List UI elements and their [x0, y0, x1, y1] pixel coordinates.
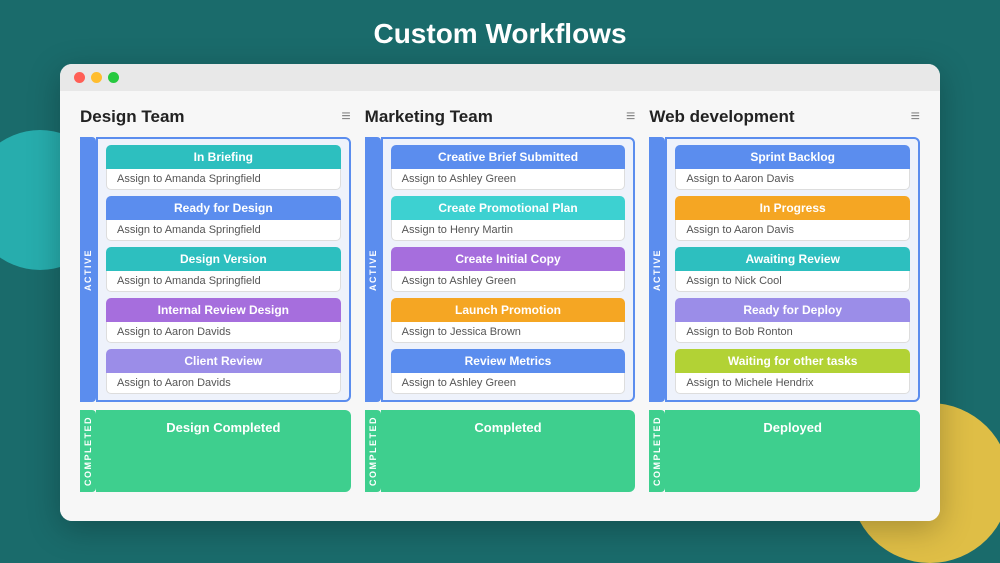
task-card-design-2: Design VersionAssign to Amanda Springfie…: [106, 247, 341, 292]
column-menu-icon-webdev[interactable]: ≡: [911, 108, 920, 126]
browser-bar: [60, 64, 940, 91]
browser-dot-red: [74, 72, 85, 83]
active-section-marketing: ACTIVECreative Brief SubmittedAssign to …: [365, 137, 636, 402]
task-body-design-0: Assign to Amanda Springfield: [106, 169, 341, 190]
task-card-marketing-4: Review MetricsAssign to Ashley Green: [391, 349, 626, 394]
column-title-marketing: Marketing Team: [365, 107, 493, 127]
task-body-marketing-4: Assign to Ashley Green: [391, 373, 626, 394]
completed-card-marketing[interactable]: Completed: [381, 410, 636, 492]
task-header-marketing-3[interactable]: Launch Promotion: [391, 298, 626, 322]
task-header-design-4[interactable]: Client Review: [106, 349, 341, 373]
active-cards-marketing: Creative Brief SubmittedAssign to Ashley…: [381, 137, 636, 402]
task-header-design-3[interactable]: Internal Review Design: [106, 298, 341, 322]
task-body-webdev-1: Assign to Aaron Davis: [675, 220, 910, 241]
completed-label-marketing: COMPLETED: [365, 410, 381, 492]
task-body-webdev-0: Assign to Aaron Davis: [675, 169, 910, 190]
browser-content: Design Team≡ACTIVEIn BriefingAssign to A…: [60, 91, 940, 521]
task-body-marketing-0: Assign to Ashley Green: [391, 169, 626, 190]
task-body-design-3: Assign to Aaron Davids: [106, 322, 341, 343]
task-header-marketing-0[interactable]: Creative Brief Submitted: [391, 145, 626, 169]
task-header-marketing-1[interactable]: Create Promotional Plan: [391, 196, 626, 220]
task-card-webdev-3: Ready for DeployAssign to Bob Ronton: [675, 298, 910, 343]
column-menu-icon-design[interactable]: ≡: [341, 108, 350, 126]
completed-section-marketing: COMPLETEDCompleted: [365, 410, 636, 492]
active-cards-design: In BriefingAssign to Amanda SpringfieldR…: [96, 137, 351, 402]
task-card-webdev-1: In ProgressAssign to Aaron Davis: [675, 196, 910, 241]
task-header-marketing-2[interactable]: Create Initial Copy: [391, 247, 626, 271]
completed-section-webdev: COMPLETEDDeployed: [649, 410, 920, 492]
task-header-webdev-2[interactable]: Awaiting Review: [675, 247, 910, 271]
task-body-webdev-3: Assign to Bob Ronton: [675, 322, 910, 343]
completed-label-design: COMPLETED: [80, 410, 96, 492]
column-header-design: Design Team ≡: [80, 107, 351, 127]
task-body-design-4: Assign to Aaron Davids: [106, 373, 341, 394]
active-section-webdev: ACTIVESprint BacklogAssign to Aaron Davi…: [649, 137, 920, 402]
task-body-marketing-3: Assign to Jessica Brown: [391, 322, 626, 343]
task-card-webdev-2: Awaiting ReviewAssign to Nick Cool: [675, 247, 910, 292]
column-menu-icon-marketing[interactable]: ≡: [626, 108, 635, 126]
completed-label-webdev: COMPLETED: [649, 410, 665, 492]
task-card-design-3: Internal Review DesignAssign to Aaron Da…: [106, 298, 341, 343]
column-header-webdev: Web development ≡: [649, 107, 920, 127]
active-section-design: ACTIVEIn BriefingAssign to Amanda Spring…: [80, 137, 351, 402]
browser-window: Design Team≡ACTIVEIn BriefingAssign to A…: [60, 64, 940, 521]
column-design: Design Team≡ACTIVEIn BriefingAssign to A…: [80, 107, 351, 505]
task-card-marketing-3: Launch PromotionAssign to Jessica Brown: [391, 298, 626, 343]
completed-card-webdev[interactable]: Deployed: [665, 410, 920, 492]
task-header-marketing-4[interactable]: Review Metrics: [391, 349, 626, 373]
column-header-marketing: Marketing Team ≡: [365, 107, 636, 127]
task-header-webdev-3[interactable]: Ready for Deploy: [675, 298, 910, 322]
task-card-marketing-2: Create Initial CopyAssign to Ashley Gree…: [391, 247, 626, 292]
column-marketing: Marketing Team ≡ ACTIVE Creative Brief Subm…: [365, 107, 636, 505]
task-card-design-0: In BriefingAssign to Amanda Springfield: [106, 145, 341, 190]
browser-dot-green: [108, 72, 119, 83]
active-label-marketing: ACTIVE: [365, 137, 381, 402]
task-header-design-2[interactable]: Design Version: [106, 247, 341, 271]
page-title: Custom Workflows: [0, 0, 1000, 64]
task-card-webdev-0: Sprint BacklogAssign to Aaron Davis: [675, 145, 910, 190]
column-title-webdev: Web development: [649, 107, 794, 127]
task-header-webdev-1[interactable]: In Progress: [675, 196, 910, 220]
task-header-design-1[interactable]: Ready for Design: [106, 196, 341, 220]
active-label-design: ACTIVE: [80, 137, 96, 402]
completed-section-design: COMPLETEDDesign Completed: [80, 410, 351, 492]
task-card-webdev-4: Waiting for other tasksAssign to Michele…: [675, 349, 910, 394]
task-card-marketing-1: Create Promotional PlanAssign to Henry M…: [391, 196, 626, 241]
completed-card-design[interactable]: Design Completed: [96, 410, 351, 492]
task-header-webdev-0[interactable]: Sprint Backlog: [675, 145, 910, 169]
task-body-webdev-4: Assign to Michele Hendrix: [675, 373, 910, 394]
task-body-marketing-1: Assign to Henry Martin: [391, 220, 626, 241]
active-cards-webdev: Sprint BacklogAssign to Aaron DavisIn Pr…: [665, 137, 920, 402]
task-card-marketing-0: Creative Brief SubmittedAssign to Ashley…: [391, 145, 626, 190]
column-title-design: Design Team: [80, 107, 185, 127]
task-body-design-1: Assign to Amanda Springfield: [106, 220, 341, 241]
task-body-marketing-2: Assign to Ashley Green: [391, 271, 626, 292]
browser-dot-yellow: [91, 72, 102, 83]
task-card-design-4: Client ReviewAssign to Aaron Davids: [106, 349, 341, 394]
task-body-webdev-2: Assign to Nick Cool: [675, 271, 910, 292]
task-header-webdev-4[interactable]: Waiting for other tasks: [675, 349, 910, 373]
column-webdev: Web development≡ACTIVESprint BacklogAssi…: [649, 107, 920, 505]
active-label-webdev: ACTIVE: [649, 137, 665, 402]
task-card-design-1: Ready for DesignAssign to Amanda Springf…: [106, 196, 341, 241]
task-header-design-0[interactable]: In Briefing: [106, 145, 341, 169]
task-body-design-2: Assign to Amanda Springfield: [106, 271, 341, 292]
